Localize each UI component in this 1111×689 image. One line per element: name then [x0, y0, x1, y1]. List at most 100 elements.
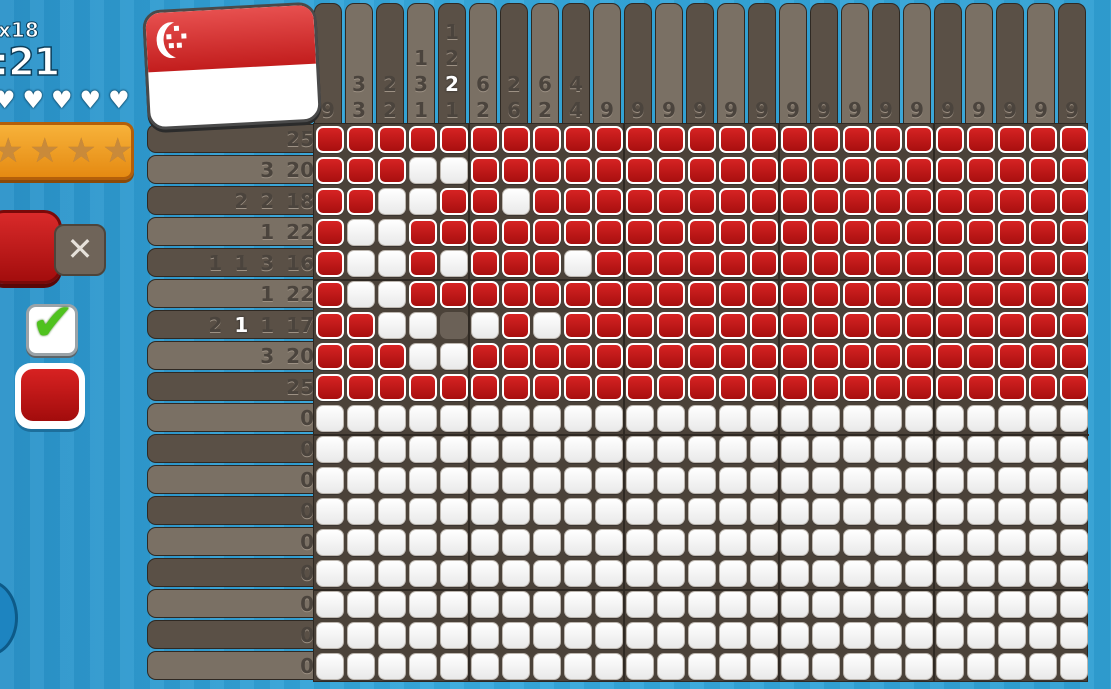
- cell-white[interactable]: [470, 653, 499, 680]
- cell-red[interactable]: [594, 126, 623, 153]
- cell-white[interactable]: [1028, 560, 1057, 587]
- cell-red[interactable]: [563, 374, 592, 401]
- cell-red[interactable]: [1059, 343, 1088, 370]
- cell-red[interactable]: [1028, 312, 1057, 339]
- cell-white[interactable]: [935, 653, 964, 680]
- cell-red[interactable]: [718, 157, 747, 184]
- cell-white[interactable]: [346, 250, 375, 277]
- cell-white[interactable]: [873, 467, 902, 494]
- cell-red[interactable]: [811, 250, 840, 277]
- cell-white[interactable]: [749, 436, 778, 463]
- cell-white[interactable]: [532, 622, 561, 649]
- cell-red[interactable]: [904, 157, 933, 184]
- cell-white[interactable]: [532, 529, 561, 556]
- cell-red[interactable]: [749, 250, 778, 277]
- cell-red[interactable]: [656, 343, 685, 370]
- cell-red[interactable]: [315, 157, 344, 184]
- cell-red[interactable]: [377, 126, 406, 153]
- cell-white[interactable]: [811, 529, 840, 556]
- cell-red[interactable]: [470, 374, 499, 401]
- cell-white[interactable]: [749, 591, 778, 618]
- cell-red[interactable]: [656, 312, 685, 339]
- cell-white[interactable]: [997, 622, 1026, 649]
- cell-white[interactable]: [594, 560, 623, 587]
- cell-white[interactable]: [1028, 622, 1057, 649]
- cell-red[interactable]: [873, 343, 902, 370]
- cell-red[interactable]: [501, 250, 530, 277]
- cell-white[interactable]: [1028, 405, 1057, 432]
- cell-white[interactable]: [1028, 467, 1057, 494]
- cell-red[interactable]: [997, 219, 1026, 246]
- cell-white[interactable]: [315, 591, 344, 618]
- cell-red[interactable]: [718, 219, 747, 246]
- cell-red[interactable]: [749, 126, 778, 153]
- cell-red[interactable]: [904, 374, 933, 401]
- cell-red[interactable]: [749, 188, 778, 215]
- cell-red[interactable]: [625, 219, 654, 246]
- cell-white[interactable]: [842, 622, 871, 649]
- cell-white[interactable]: [842, 529, 871, 556]
- cell-red[interactable]: [1028, 157, 1057, 184]
- cell-white[interactable]: [377, 498, 406, 525]
- cell-red[interactable]: [997, 281, 1026, 308]
- cell-red[interactable]: [532, 126, 561, 153]
- cell-red[interactable]: [966, 343, 995, 370]
- cell-white[interactable]: [594, 498, 623, 525]
- cell-white[interactable]: [563, 653, 592, 680]
- cell-red[interactable]: [315, 126, 344, 153]
- cell-white[interactable]: [904, 622, 933, 649]
- cell-red[interactable]: [811, 374, 840, 401]
- cell-red[interactable]: [408, 250, 437, 277]
- cell-white[interactable]: [408, 591, 437, 618]
- cell-white[interactable]: [656, 467, 685, 494]
- cell-red[interactable]: [1059, 281, 1088, 308]
- cell-red[interactable]: [780, 188, 809, 215]
- cell-red[interactable]: [904, 281, 933, 308]
- cell-white[interactable]: [470, 622, 499, 649]
- cell-white[interactable]: [718, 529, 747, 556]
- cell-red[interactable]: [873, 281, 902, 308]
- cell-white[interactable]: [1059, 529, 1088, 556]
- cell-red[interactable]: [811, 312, 840, 339]
- cell-white[interactable]: [501, 560, 530, 587]
- cell-red[interactable]: [594, 250, 623, 277]
- cell-red[interactable]: [842, 250, 871, 277]
- red-color-swatch-button[interactable]: [15, 363, 85, 429]
- cell-white[interactable]: [594, 405, 623, 432]
- cell-white[interactable]: [346, 405, 375, 432]
- cell-red[interactable]: [966, 126, 995, 153]
- cell-white[interactable]: [997, 591, 1026, 618]
- cell-red[interactable]: [780, 219, 809, 246]
- cell-white[interactable]: [749, 405, 778, 432]
- cell-red[interactable]: [1059, 188, 1088, 215]
- cell-white[interactable]: [904, 498, 933, 525]
- cell-red[interactable]: [1059, 219, 1088, 246]
- cell-white[interactable]: [408, 467, 437, 494]
- cell-white[interactable]: [315, 498, 344, 525]
- cell-white[interactable]: [749, 622, 778, 649]
- cell-red[interactable]: [532, 219, 561, 246]
- cell-red[interactable]: [718, 374, 747, 401]
- cell-red[interactable]: [1028, 281, 1057, 308]
- cell-white[interactable]: [966, 622, 995, 649]
- cell-white[interactable]: [966, 498, 995, 525]
- cell-white[interactable]: [718, 467, 747, 494]
- cell-red[interactable]: [439, 188, 468, 215]
- cell-red[interactable]: [625, 312, 654, 339]
- cell-red[interactable]: [687, 281, 716, 308]
- cell-red[interactable]: [532, 157, 561, 184]
- cell-red[interactable]: [966, 157, 995, 184]
- cell-white[interactable]: [470, 498, 499, 525]
- cell-empty[interactable]: [439, 312, 468, 339]
- cell-white[interactable]: [470, 467, 499, 494]
- cell-white[interactable]: [656, 591, 685, 618]
- cell-white[interactable]: [873, 529, 902, 556]
- cell-white[interactable]: [935, 405, 964, 432]
- cell-white[interactable]: [346, 219, 375, 246]
- cell-red[interactable]: [656, 126, 685, 153]
- cell-red[interactable]: [377, 374, 406, 401]
- cell-white[interactable]: [315, 529, 344, 556]
- cell-red[interactable]: [315, 188, 344, 215]
- cell-red[interactable]: [966, 219, 995, 246]
- cell-white[interactable]: [408, 529, 437, 556]
